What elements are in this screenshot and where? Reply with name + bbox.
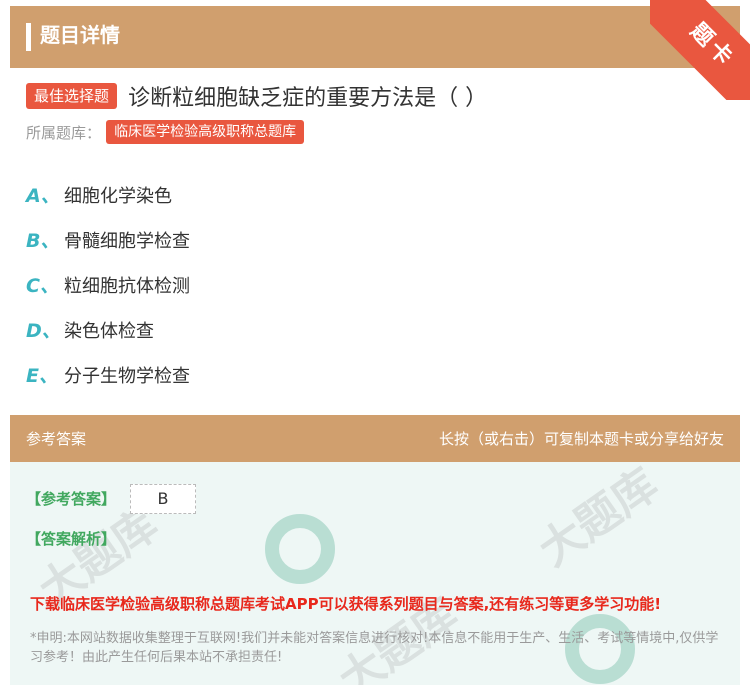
detail-header: 题目详情 [10, 6, 740, 68]
share-hint: 长按（或右击）可复制本题卡或分享给好友 [438, 430, 724, 448]
question-card-corner[interactable]: 题卡 [650, 0, 750, 100]
question-type-tag: 最佳选择题 [26, 83, 118, 109]
option-text: 细胞化学染色 [64, 185, 172, 207]
option-text: 骨髓细胞学检查 [64, 230, 190, 252]
answer-value: B [130, 484, 196, 514]
disclaimer-text: *申明:本网站数据收集整理于互联网!我们并未能对答案信息进行核对!本信息不能用于… [30, 631, 719, 665]
answer-header: 参考答案 长按（或右击）可复制本题卡或分享给好友 [10, 415, 740, 462]
option-text: 粒细胞抗体检测 [64, 275, 190, 297]
option-letter: D、 [26, 320, 61, 342]
download-promo-link[interactable]: 下载临床医学检验高级职称总题库考试APP可以获得系列题目与答案,还有练习等更多学… [30, 593, 661, 614]
bank-label: 所属题库： [26, 123, 102, 142]
question-card-badge[interactable]: 题卡 [650, 0, 750, 100]
answer-label: 【参考答案】 [26, 490, 117, 508]
header-accent-bar [26, 23, 31, 51]
answer-body: 大题库 大题库 大题库 【参考答案】 B 【答案解析】 下载临床医学检验高级职称… [10, 462, 740, 685]
watermark-icon: 大题库 [529, 462, 668, 577]
option-letter: A、 [26, 185, 60, 207]
question-bank-row: 所属题库： 临床医学检验高级职称总题库 [26, 120, 305, 146]
option-text: 分子生物学检查 [64, 365, 190, 387]
option-d[interactable]: D、 染色体检查 [26, 307, 190, 352]
options-list: A、 细胞化学染色 B、 骨髓细胞学检查 C、 粒细胞抗体检测 D、 染色体检查… [26, 172, 190, 397]
analysis-label: 【答案解析】 [26, 530, 117, 548]
option-c[interactable]: C、 粒细胞抗体检测 [26, 262, 190, 307]
option-b[interactable]: B、 骨髓细胞学检查 [26, 217, 190, 262]
option-a[interactable]: A、 细胞化学染色 [26, 172, 190, 217]
watermark-logo-icon [265, 514, 335, 584]
question-text: 诊断粒细胞缺乏症的重要方法是（ ） [128, 86, 488, 111]
bank-name-tag[interactable]: 临床医学检验高级职称总题库 [106, 120, 305, 144]
option-text: 染色体检查 [64, 320, 154, 342]
option-letter: B、 [26, 230, 60, 252]
option-letter: E、 [26, 365, 58, 387]
question-row: 最佳选择题 诊断粒细胞缺乏症的重要方法是（ ） [26, 80, 488, 111]
option-e[interactable]: E、 分子生物学检查 [26, 352, 190, 397]
header-title: 题目详情 [40, 23, 120, 47]
option-letter: C、 [26, 275, 59, 297]
answer-section-title: 参考答案 [26, 430, 87, 448]
